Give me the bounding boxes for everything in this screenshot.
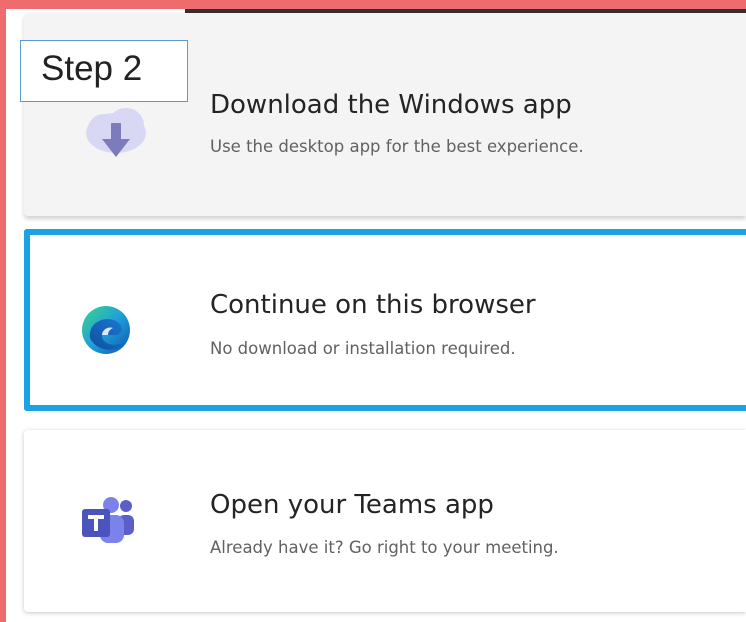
- download-option-subtitle: Use the desktop app for the best experie…: [210, 137, 584, 156]
- continue-on-browser-option[interactable]: Continue on this browser No download or …: [24, 229, 746, 411]
- left-margin: [6, 9, 17, 622]
- edge-browser-icon: [80, 304, 132, 356]
- teams-icon: [80, 496, 136, 546]
- browser-option-title: Continue on this browser: [210, 290, 536, 320]
- download-cloud-icon: [82, 99, 150, 165]
- teams-option-title: Open your Teams app: [210, 490, 494, 520]
- teams-option-subtitle: Already have it? Go right to your meetin…: [210, 538, 559, 557]
- open-teams-app-option[interactable]: Open your Teams app Already have it? Go …: [24, 430, 746, 612]
- download-option-title: Download the Windows app: [210, 90, 572, 120]
- browser-option-subtitle: No download or installation required.: [210, 339, 516, 358]
- step-label: Step 2: [20, 40, 188, 102]
